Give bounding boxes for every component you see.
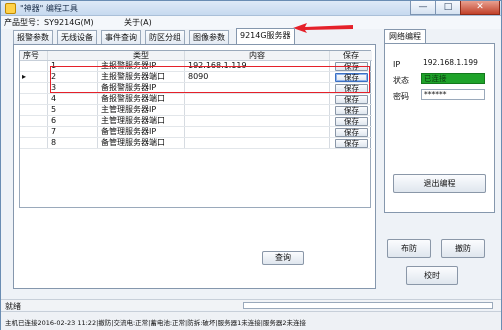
row-number: 3 xyxy=(48,83,98,93)
app-icon xyxy=(5,3,16,14)
row-content[interactable] xyxy=(185,94,330,104)
table-row[interactable]: 6 主管理服务器端口 保存 xyxy=(20,116,372,127)
tab-image-params[interactable]: 图像参数 xyxy=(189,30,229,44)
grid-header: 序号 类型 内容 保存 xyxy=(20,51,372,61)
row-marker xyxy=(20,127,48,137)
col-header-content: 内容 xyxy=(185,51,330,60)
table-row[interactable]: 3 备报警服务器IP 保存 xyxy=(20,83,372,94)
title-bar[interactable]: "神器" 编程工具 — □ ✕ xyxy=(1,1,501,16)
tab-9214g-server[interactable]: 9214G服务器 xyxy=(236,28,295,45)
col-header-save: 保存 xyxy=(343,51,359,60)
row-marker: ▸ xyxy=(20,72,48,82)
password-label: 密码 xyxy=(393,92,409,101)
progress-bar xyxy=(243,302,493,309)
row-content[interactable]: 192.168.1.119 xyxy=(185,61,330,71)
password-field[interactable]: ****** xyxy=(421,89,485,100)
save-button[interactable]: 保存 xyxy=(335,117,368,126)
row-save-cell: 保存 xyxy=(330,138,372,148)
row-content[interactable] xyxy=(185,83,330,93)
col-header-type: 类型 xyxy=(98,51,185,60)
row-content[interactable] xyxy=(185,105,330,115)
status-bar-info: 主机已连接2016-02-23 11:22|撤防|交流电:正常|蓄电池:正常|防… xyxy=(1,311,501,330)
row-marker xyxy=(20,94,48,104)
save-button[interactable]: 保存 xyxy=(335,62,368,71)
row-save-cell: 保存 xyxy=(330,94,372,104)
ip-field[interactable]: 192.168.1.199 xyxy=(421,58,485,69)
disarm-button[interactable]: 撤防 xyxy=(441,239,485,258)
server-grid: 序号 类型 内容 保存 1 主报警服务器IP 192.168.1.119 保存 ▸ 2 主报… xyxy=(19,50,372,208)
row-marker xyxy=(20,116,48,126)
row-number: 4 xyxy=(48,94,98,104)
arm-button[interactable]: 布防 xyxy=(387,239,431,258)
table-row[interactable]: 1 主报警服务器IP 192.168.1.119 保存 xyxy=(20,61,372,72)
row-marker xyxy=(20,83,48,93)
row-type: 备管理服务器端口 xyxy=(98,138,185,148)
row-save-cell: 保存 xyxy=(330,105,372,115)
row-save-cell: 保存 xyxy=(330,61,372,71)
server-panel: 序号 类型 内容 保存 1 主报警服务器IP 192.168.1.119 保存 ▸ 2 主报… xyxy=(13,44,376,289)
status-label: 状态 xyxy=(393,76,409,85)
product-model-label: 产品型号：SY9214G(M) xyxy=(4,18,94,27)
table-row[interactable]: 8 备管理服务器端口 保存 xyxy=(20,138,372,149)
table-row[interactable]: 4 备报警服务器端口 保存 xyxy=(20,94,372,105)
row-marker xyxy=(20,138,48,148)
save-button[interactable]: 保存 xyxy=(335,139,368,148)
row-number: 5 xyxy=(48,105,98,115)
row-save-cell: 保存 xyxy=(330,127,372,137)
row-number: 2 xyxy=(48,72,98,82)
menu-about[interactable]: 关于(A) xyxy=(124,17,152,28)
tab-wireless-devices[interactable]: 无线设备 xyxy=(57,30,97,44)
row-number: 1 xyxy=(48,61,98,71)
ip-label: IP xyxy=(393,60,401,69)
row-type: 主报警服务器IP xyxy=(98,61,185,71)
maximize-button[interactable]: □ xyxy=(435,1,461,15)
row-type: 主管理服务器端口 xyxy=(98,116,185,126)
minimize-button[interactable]: — xyxy=(410,1,436,15)
row-number: 6 xyxy=(48,116,98,126)
annotation-arrow xyxy=(293,23,353,33)
save-button[interactable]: 保存 xyxy=(335,84,368,93)
row-content[interactable]: 8090 xyxy=(185,72,330,82)
table-row[interactable]: 7 备管理服务器IP 保存 xyxy=(20,127,372,138)
row-marker xyxy=(20,105,48,115)
table-row[interactable]: ▸ 2 主报警服务器端口 8090 保存 xyxy=(20,72,372,83)
save-button[interactable]: 保存 xyxy=(335,128,368,137)
row-save-cell: 保存 xyxy=(330,116,372,126)
app-window: "神器" 编程工具 — □ ✕ 产品型号：SY9214G(M) 关于(A) 报警… xyxy=(0,0,502,330)
row-marker xyxy=(20,61,48,71)
row-type: 主管理服务器IP xyxy=(98,105,185,115)
sync-time-button[interactable]: 校时 xyxy=(406,266,458,285)
window-title: "神器" 编程工具 xyxy=(20,4,78,13)
col-header-no: 序号 xyxy=(20,51,48,60)
save-button[interactable]: 保存 xyxy=(335,73,368,82)
row-number: 7 xyxy=(48,127,98,137)
network-panel: IP 192.168.1.199 状态 已连接 密码 ****** 退出编程 xyxy=(384,43,495,213)
close-button[interactable]: ✕ xyxy=(460,1,500,15)
row-content[interactable] xyxy=(185,116,330,126)
row-type: 主报警服务器端口 xyxy=(98,72,185,82)
tab-zone-groups[interactable]: 防区分组 xyxy=(145,30,185,44)
row-number: 8 xyxy=(48,138,98,148)
row-content[interactable] xyxy=(185,138,330,148)
query-button[interactable]: 查询 xyxy=(262,251,304,265)
row-type: 备报警服务器端口 xyxy=(98,94,185,104)
row-save-cell: 保存 xyxy=(330,83,372,93)
table-row[interactable]: 5 主管理服务器IP 保存 xyxy=(20,105,372,116)
exit-programming-button[interactable]: 退出编程 xyxy=(393,174,486,193)
row-type: 备报警服务器IP xyxy=(98,83,185,93)
status-bar-top: 就绪 xyxy=(1,299,501,311)
connection-status-field: 已连接 xyxy=(421,73,485,84)
save-button[interactable]: 保存 xyxy=(335,106,368,115)
row-type: 备管理服务器IP xyxy=(98,127,185,137)
save-button[interactable]: 保存 xyxy=(335,95,368,104)
row-save-cell: 保存 xyxy=(330,72,372,82)
tab-network-programming[interactable]: 网络编程 xyxy=(384,29,426,43)
row-content[interactable] xyxy=(185,127,330,137)
tab-alarm-params[interactable]: 报警参数 xyxy=(13,30,53,44)
tab-event-query[interactable]: 事件查询 xyxy=(101,30,141,44)
